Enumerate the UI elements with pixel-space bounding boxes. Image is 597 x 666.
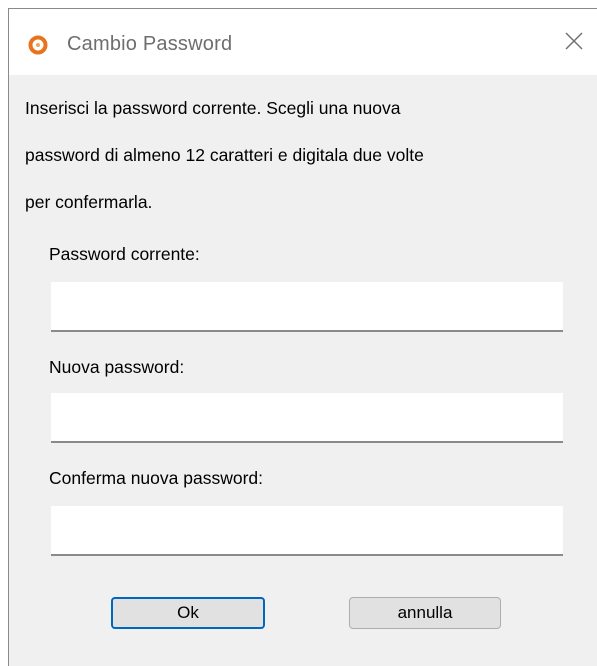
close-icon	[565, 32, 583, 55]
confirm-password-input[interactable]	[51, 506, 563, 556]
app-logo-icon	[27, 34, 49, 56]
instructions-line: Inserisci la password corrente. Scegli u…	[25, 98, 401, 118]
password-dialog: Cambio Password Inserisci la password co…	[8, 8, 597, 666]
confirm-password-label: Conferma nuova password:	[49, 468, 263, 488]
new-password-input[interactable]	[51, 393, 563, 443]
close-button[interactable]	[551, 21, 597, 65]
instructions-line: password di almeno 12 caratteri e digita…	[25, 145, 424, 165]
instructions-line: per confermarla.	[25, 192, 153, 212]
current-password-input[interactable]	[51, 282, 563, 332]
title-bar: Cambio Password	[9, 9, 597, 75]
cancel-button[interactable]: annulla	[349, 597, 501, 629]
current-password-label: Password corrente:	[49, 244, 200, 264]
new-password-label: Nuova password:	[49, 357, 185, 377]
instructions-text: Inserisci la password corrente. Scegli u…	[25, 85, 585, 226]
dialog-title: Cambio Password	[67, 33, 233, 55]
ok-button[interactable]: Ok	[111, 597, 265, 629]
